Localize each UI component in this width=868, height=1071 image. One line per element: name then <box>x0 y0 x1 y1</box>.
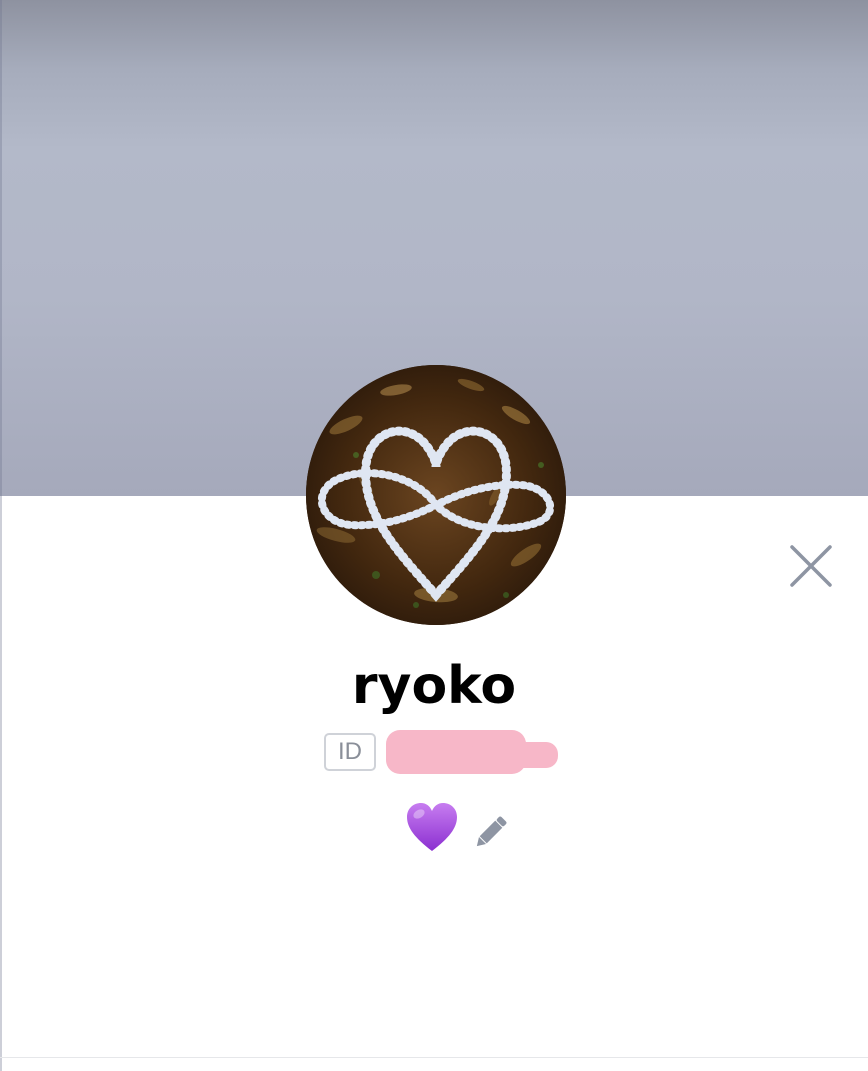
profile-name: ryoko <box>351 656 517 716</box>
purple-heart-icon <box>405 802 459 854</box>
edit-status-button[interactable] <box>472 812 510 852</box>
profile-screen: ryoko ID <box>0 0 868 1071</box>
id-redaction-tail <box>470 742 558 768</box>
screen-edge <box>0 0 2 1071</box>
profile-avatar[interactable] <box>306 365 566 625</box>
close-button[interactable] <box>786 541 836 591</box>
bottom-divider <box>0 1057 868 1058</box>
id-badge: ID <box>324 733 376 771</box>
pencil-icon <box>476 816 507 847</box>
close-icon <box>790 545 832 587</box>
heart-infinity-icon <box>306 365 566 625</box>
